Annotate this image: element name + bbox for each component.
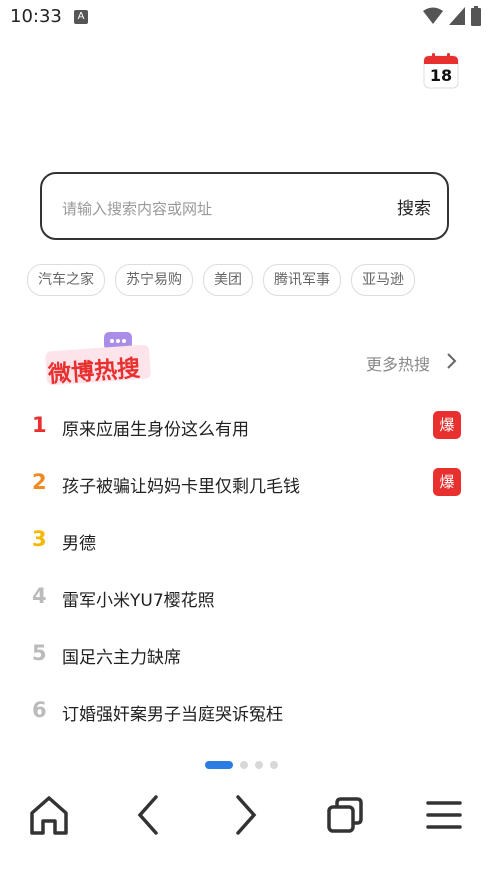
- hot-badge: 爆: [433, 411, 461, 439]
- hot-search-title: 订婚强奸案男子当庭哭诉冤枉: [62, 705, 283, 725]
- page-dot[interactable]: [270, 761, 278, 769]
- weibo-hot-search-logo: 微博热搜: [44, 332, 154, 392]
- page-indicator: [205, 761, 278, 769]
- hot-search-item[interactable]: 3 男德: [0, 519, 493, 559]
- home-icon[interactable]: [24, 790, 74, 840]
- hot-search-rank: 3: [32, 527, 47, 551]
- quick-link-suning[interactable]: 苏宁易购: [115, 264, 193, 296]
- hot-search-item[interactable]: 6 订婚强奸案男子当庭哭诉冤枉: [0, 690, 493, 730]
- notification-a-icon: A: [74, 10, 88, 24]
- hot-search-item[interactable]: 5 国足六主力缺席: [0, 633, 493, 673]
- calendar-day: 18: [429, 66, 453, 85]
- status-time: 10:33: [10, 6, 62, 27]
- hot-search-title: 原来应届生身份这么有用: [62, 420, 249, 440]
- quick-link-amazon[interactable]: 亚马逊: [351, 264, 415, 296]
- search-button[interactable]: 搜索: [397, 194, 431, 219]
- hot-search-rank: 2: [32, 470, 47, 494]
- status-bar: 10:33 A: [0, 0, 493, 36]
- hot-search-rank: 5: [32, 641, 47, 665]
- more-hot-search-link[interactable]: 更多热搜: [366, 351, 430, 375]
- hot-search-rank: 1: [32, 413, 47, 437]
- menu-icon[interactable]: [419, 790, 469, 840]
- wifi-icon: [423, 7, 443, 24]
- quick-link-meituan[interactable]: 美团: [203, 264, 253, 296]
- tabs-icon[interactable]: [320, 790, 370, 840]
- hot-search-title: 雷军小米YU7樱花照: [62, 591, 215, 611]
- quick-link-autohome[interactable]: 汽车之家: [27, 264, 105, 296]
- calendar-icon[interactable]: 18: [423, 53, 459, 89]
- hot-search-title: 孩子被骗让妈妈卡里仅剩几毛钱: [62, 477, 300, 497]
- hot-search-item[interactable]: 1 原来应届生身份这么有用 爆: [0, 405, 493, 445]
- quick-link-tencent-military[interactable]: 腾讯军事: [263, 264, 341, 296]
- weibo-hot-search-logo-text: 微博热搜: [47, 355, 142, 389]
- search-box: 搜索: [40, 172, 449, 240]
- hot-search-item[interactable]: 2 孩子被骗让妈妈卡里仅剩几毛钱 爆: [0, 462, 493, 502]
- bottom-nav: [0, 790, 493, 850]
- signal-icon: [449, 7, 465, 25]
- page-dot[interactable]: [240, 761, 248, 769]
- hot-badge: 爆: [433, 468, 461, 496]
- forward-icon[interactable]: [220, 790, 270, 840]
- hot-search-title: 男德: [62, 534, 96, 554]
- hot-search-title: 国足六主力缺席: [62, 648, 181, 668]
- status-icons: [423, 6, 481, 26]
- page-dot[interactable]: [255, 761, 263, 769]
- quick-links: 汽车之家 苏宁易购 美团 腾讯军事 亚马逊: [27, 264, 415, 296]
- hot-search-rank: 6: [32, 698, 47, 722]
- search-input[interactable]: [60, 196, 364, 222]
- page-dot-active[interactable]: [205, 761, 233, 769]
- hot-search-item[interactable]: 4 雷军小米YU7樱花照: [0, 576, 493, 616]
- chevron-right-icon[interactable]: [446, 351, 458, 376]
- back-icon[interactable]: [124, 790, 174, 840]
- hot-search-rank: 4: [32, 584, 47, 608]
- battery-icon: [471, 6, 481, 26]
